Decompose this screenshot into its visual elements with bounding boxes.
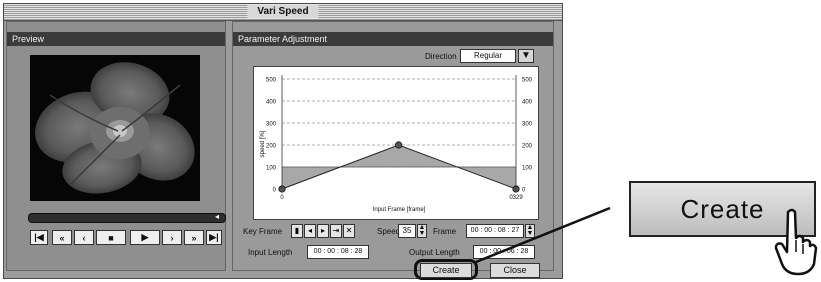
hand-cursor-icon [774,208,818,276]
callout-line [475,206,611,264]
callout-label: Create [680,193,765,224]
